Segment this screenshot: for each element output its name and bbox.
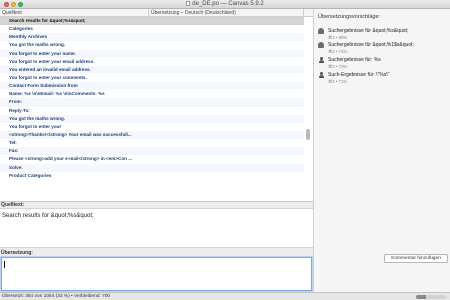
string-row[interactable]: Tel: — [0, 139, 304, 147]
source-text-box: Search results for &quot;%s&quot; — [0, 208, 313, 248]
string-row[interactable]: You forgot to enter your — [0, 123, 304, 131]
window-filename: de_DE.po — [192, 1, 219, 7]
translation-label: Übersetzung: — [1, 250, 33, 256]
list-scrollbar[interactable] — [306, 129, 310, 140]
string-row[interactable]: Name: %s \n\nEmail: %s \n\nComments: %s — [0, 90, 304, 98]
string-row[interactable]: You entered an invalid email address. — [0, 65, 304, 74]
suggestion-meta: ⌘3 • 73% — [328, 64, 348, 69]
pane-divider[interactable] — [0, 201, 313, 202]
add-comment-button[interactable]: Kommentar hinzufügen — [384, 254, 448, 263]
status-text: Übersetzt: 364 von 1054 (33 %) • Verblei… — [2, 294, 111, 299]
suggestion-meta: ⌘4 • 71% — [328, 79, 348, 84]
translation-progress-bar — [416, 295, 446, 299]
suggestion-text: Such-Ergebnisse für: \"%s\" — [328, 72, 390, 78]
suggestions-title: Übersetzungsvorschläge: — [318, 14, 381, 20]
suggestion-meta: ⌘1 • 95% — [328, 35, 348, 40]
column-header-translation[interactable]: Übersetzung – Deutsch (Deutschland) — [151, 10, 236, 16]
window-titlebar: de_DE.po — Canvas 5.9.2 — [0, 0, 450, 9]
string-list: Quelltext Übersetzung – Deutsch (Deutsch… — [0, 9, 313, 201]
string-row[interactable]: Please <strong>add your e-mail</strong> … — [0, 155, 304, 163]
string-row[interactable]: Contact Form Submission from — [0, 82, 304, 91]
suggestion-text: Suchergebnisse für &quot;%s&quot; — [328, 28, 409, 34]
status-bar: Übersetzt: 364 von 1054 (33 %) • Verblei… — [0, 292, 450, 300]
string-row[interactable]: You got the maths wrong. — [0, 41, 304, 49]
string-row[interactable]: You forgot to enter your name. — [0, 49, 304, 58]
string-row[interactable]: Solve: — [0, 163, 304, 172]
progress-fill — [416, 295, 426, 299]
window-app-name: Canvas 5.9.2 — [228, 1, 264, 7]
string-row[interactable]: You got the maths wrong. — [0, 114, 304, 123]
string-row[interactable]: Fax: — [0, 147, 304, 156]
suggestion-text: Suchergebnisse für: %s — [328, 57, 381, 63]
suggestion-text: Suchergebnisse für &quot;%1$s&quot; — [328, 42, 414, 48]
suggestions-sidebar: Übersetzungsvorschläge: Suchergebnisse f… — [313, 9, 450, 292]
string-row[interactable]: Product Categories — [0, 172, 304, 180]
translation-input[interactable] — [1, 257, 312, 291]
string-row[interactable]: Monthly Archives — [0, 33, 304, 42]
string-row[interactable]: From: — [0, 98, 304, 107]
column-header-source[interactable]: Quelltext — [2, 10, 22, 16]
column-separator — [303, 9, 304, 17]
string-rows: Search results for &quot;%s&quot; Categor… — [0, 17, 304, 180]
string-row[interactable]: Search results for &quot;%s&quot; — [0, 17, 304, 26]
text-caret — [4, 261, 5, 268]
string-row[interactable]: Reply-To: — [0, 107, 304, 115]
database-icon — [318, 28, 324, 34]
window-title: de_DE.po — Canvas 5.9.2 — [0, 1, 450, 7]
document-icon — [186, 1, 191, 6]
string-row[interactable]: Categories — [0, 25, 304, 33]
string-row[interactable]: You forgot to enter your email address. — [0, 58, 304, 66]
database-icon — [318, 42, 324, 48]
list-header: Quelltext Übersetzung – Deutsch (Deutsch… — [0, 9, 313, 17]
suggestion-meta: ⌘2 • 74% — [328, 49, 348, 54]
string-row[interactable]: <strong>Thanks!</strong> Your email was … — [0, 130, 304, 140]
column-separator — [148, 9, 149, 17]
person-icon — [318, 72, 324, 78]
person-icon — [318, 57, 324, 63]
string-row[interactable]: You forgot to enter your comments. — [0, 74, 304, 82]
